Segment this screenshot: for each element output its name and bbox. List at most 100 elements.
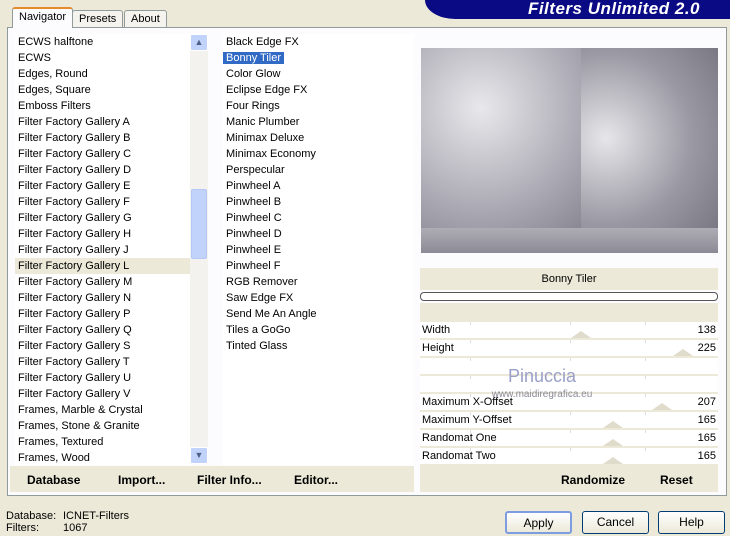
list-item[interactable]: Pinwheel B bbox=[223, 194, 414, 210]
list-item[interactable]: Manic Plumber bbox=[223, 114, 414, 130]
tick-mark bbox=[645, 448, 646, 451]
param-slider[interactable]: Randomat Two 165 bbox=[420, 448, 718, 466]
list-item-label: Manic Plumber bbox=[226, 116, 300, 128]
filter-list[interactable]: Black Edge FX Bonny Tiler Color Glow Eclips… bbox=[223, 34, 414, 465]
scroll-up-button[interactable]: ▲ bbox=[190, 34, 208, 51]
list-item[interactable]: Send Me An Angle bbox=[223, 306, 414, 322]
list-item[interactable]: Minimax Deluxe bbox=[223, 130, 414, 146]
database-button[interactable]: Database bbox=[27, 473, 80, 487]
list-item-label: ECWS halftone bbox=[18, 36, 94, 48]
list-item[interactable]: Pinwheel E bbox=[223, 242, 414, 258]
param-label: Height bbox=[422, 342, 454, 354]
list-item[interactable]: Filter Factory Gallery Q bbox=[15, 322, 190, 338]
list-item[interactable]: Filter Factory Gallery N bbox=[15, 290, 190, 306]
chevron-down-icon: ▼ bbox=[194, 450, 204, 460]
list-item[interactable]: Filter Factory Gallery S bbox=[15, 338, 190, 354]
reset-button[interactable]: Reset bbox=[660, 473, 693, 487]
filter-info-button[interactable]: Filter Info... bbox=[197, 473, 262, 487]
list-item[interactable]: Tinted Glass bbox=[223, 338, 414, 354]
help-button[interactable]: Help bbox=[658, 511, 725, 534]
list-item[interactable]: ECWS halftone bbox=[15, 34, 190, 50]
list-item[interactable]: Filter Factory Gallery H bbox=[15, 226, 190, 242]
list-item[interactable]: Bonny Tiler bbox=[223, 50, 414, 66]
slider-thumb[interactable] bbox=[602, 457, 623, 464]
list-item-label: Pinwheel E bbox=[226, 244, 282, 256]
list-item[interactable]: Filter Factory Gallery E bbox=[15, 178, 190, 194]
list-item-label: Filter Factory Gallery F bbox=[18, 196, 130, 208]
slider-thumb[interactable] bbox=[602, 439, 623, 446]
tab-presets[interactable]: Presets bbox=[72, 10, 124, 28]
list-item[interactable]: Pinwheel D bbox=[223, 226, 414, 242]
param-slider[interactable]: Maximum Y-Offset 165 bbox=[420, 412, 718, 430]
slider-thumb[interactable] bbox=[651, 403, 672, 410]
list-item[interactable]: Frames, Wood bbox=[15, 450, 190, 465]
list-item[interactable]: Pinwheel A bbox=[223, 178, 414, 194]
list-item-label: Filter Factory Gallery E bbox=[18, 180, 131, 192]
tab-navigator[interactable]: Navigator bbox=[12, 7, 74, 28]
list-item[interactable]: Four Rings bbox=[223, 98, 414, 114]
list-item-label: Filter Factory Gallery C bbox=[18, 148, 132, 160]
param-slider[interactable]: Width 138 bbox=[420, 322, 718, 340]
category-list[interactable]: ECWS halftone ECWS Edges, Round Edges, Squa… bbox=[15, 34, 190, 465]
list-item[interactable]: Filter Factory Gallery F bbox=[15, 194, 190, 210]
list-item-label: Black Edge FX bbox=[226, 36, 299, 48]
list-item[interactable]: Filter Factory Gallery A bbox=[15, 114, 190, 130]
list-item[interactable]: Pinwheel C bbox=[223, 210, 414, 226]
apply-button[interactable]: Apply bbox=[505, 511, 572, 534]
list-item[interactable]: Filter Factory Gallery V bbox=[15, 386, 190, 402]
tick-mark bbox=[570, 322, 571, 325]
list-item[interactable]: ECWS bbox=[15, 50, 190, 66]
list-item-label: RGB Remover bbox=[226, 276, 298, 288]
tab-about[interactable]: About bbox=[124, 10, 167, 28]
slider-thumb[interactable] bbox=[571, 331, 592, 338]
param-slider[interactable]: Randomat One 165 bbox=[420, 430, 718, 448]
database-label: Database: bbox=[6, 510, 57, 522]
slider-thumb[interactable] bbox=[602, 421, 623, 428]
list-item[interactable]: Filter Factory Gallery P bbox=[15, 306, 190, 322]
param-slider[interactable]: Height 225 bbox=[420, 340, 718, 358]
list-item[interactable]: Black Edge FX bbox=[223, 34, 414, 50]
param-label: Randomat One bbox=[422, 432, 497, 444]
category-scrollbar[interactable]: ▲ ▼ bbox=[190, 34, 208, 464]
editor-button[interactable]: Editor... bbox=[294, 473, 338, 487]
list-item-label: Filter Factory Gallery P bbox=[18, 308, 131, 320]
list-item[interactable]: Edges, Square bbox=[15, 82, 190, 98]
list-item[interactable]: Perspecular bbox=[223, 162, 414, 178]
scroll-down-button[interactable]: ▼ bbox=[190, 447, 208, 464]
list-item[interactable]: Filter Factory Gallery T bbox=[15, 354, 190, 370]
import-button[interactable]: Import... bbox=[118, 473, 165, 487]
param-value: 225 bbox=[697, 342, 716, 354]
list-item-label: Bonny Tiler bbox=[223, 52, 285, 64]
list-item[interactable]: Filter Factory Gallery G bbox=[15, 210, 190, 226]
list-item[interactable]: Filter Factory Gallery J bbox=[15, 242, 190, 258]
randomize-button[interactable]: Randomize bbox=[561, 473, 625, 487]
list-item-label: Pinwheel A bbox=[226, 180, 281, 192]
list-item[interactable]: Filter Factory Gallery M bbox=[15, 274, 190, 290]
slider-thumb[interactable] bbox=[672, 349, 693, 356]
list-item-label: Frames, Stone & Granite bbox=[18, 420, 140, 432]
list-item[interactable]: RGB Remover bbox=[223, 274, 414, 290]
list-item[interactable]: Edges, Round bbox=[15, 66, 190, 82]
list-item[interactable]: Color Glow bbox=[223, 66, 414, 82]
scroll-thumb[interactable] bbox=[191, 189, 207, 259]
app-title-banner: Filters Unlimited 2.0 bbox=[425, 0, 730, 19]
list-item[interactable]: Filter Factory Gallery D bbox=[15, 162, 190, 178]
list-item[interactable]: Filter Factory Gallery B bbox=[15, 130, 190, 146]
cancel-button[interactable]: Cancel bbox=[582, 511, 649, 534]
list-item[interactable]: Tiles a GoGo bbox=[223, 322, 414, 338]
tick-mark bbox=[470, 340, 471, 343]
list-item[interactable]: Filter Factory Gallery U bbox=[15, 370, 190, 386]
list-item[interactable]: Filter Factory Gallery C bbox=[15, 146, 190, 162]
list-item[interactable]: Frames, Marble & Crystal bbox=[15, 402, 190, 418]
list-item[interactable]: Minimax Economy bbox=[223, 146, 414, 162]
param-slider[interactable]: Maximum X-Offset 207 bbox=[420, 394, 718, 412]
list-item[interactable]: Pinwheel F bbox=[223, 258, 414, 274]
list-item[interactable]: Frames, Stone & Granite bbox=[15, 418, 190, 434]
tick-mark bbox=[470, 322, 471, 325]
list-item-label: Filter Factory Gallery Q bbox=[18, 324, 132, 336]
list-item[interactable]: Emboss Filters bbox=[15, 98, 190, 114]
list-item[interactable]: Frames, Textured bbox=[15, 434, 190, 450]
list-item[interactable]: Filter Factory Gallery L bbox=[15, 258, 190, 274]
list-item[interactable]: Eclipse Edge FX bbox=[223, 82, 414, 98]
list-item[interactable]: Saw Edge FX bbox=[223, 290, 414, 306]
